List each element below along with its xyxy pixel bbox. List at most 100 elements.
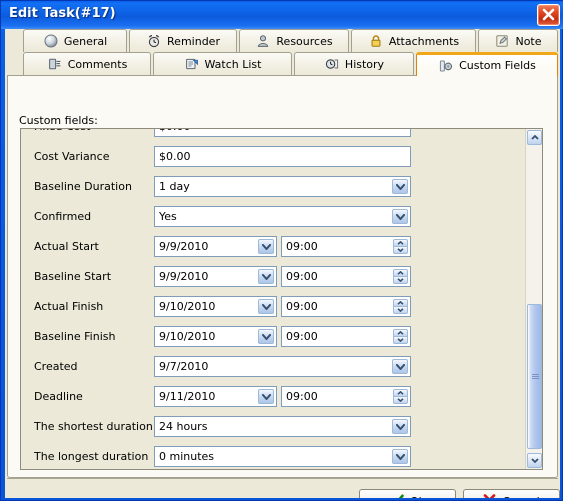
chevron-down-icon[interactable] [393,396,408,404]
chevron-down-icon[interactable] [392,449,408,464]
vertical-scrollbar[interactable] [525,129,542,469]
tab-watch-list[interactable]: Watch List [153,52,292,75]
client-area: General Reminder Resources Attachments N… [5,29,560,498]
field-combo-shortest-duration[interactable]: 24 hours [154,416,411,437]
field-time-value-actual-finish: 09:00 [286,300,318,313]
chevron-down-icon[interactable] [258,269,274,284]
tab-row-2: Comments Watch List History Custom Field… [5,52,560,76]
custom-fields-list: Fixed Cost $0.00 Cost Variance $0.00 Bas… [21,129,525,469]
scroll-down-button[interactable] [527,453,542,468]
tab-note[interactable]: Note [478,29,558,52]
field-combo-baseline-duration[interactable]: 1 day [154,176,411,197]
spinner-actual-finish[interactable] [393,299,408,314]
field-label-baseline-finish: Baseline Finish [34,330,116,343]
spinner-baseline-start[interactable] [393,269,408,284]
field-value-confirmed: Yes [159,210,177,223]
button-bar: Ok Cancel [5,484,560,498]
field-value-shortest-duration: 24 hours [159,420,208,433]
title-bar[interactable]: Edit Task(#17) [1,1,563,29]
tab-comments[interactable]: Comments [23,52,151,75]
pin-icon [494,33,510,49]
customfields-icon [438,58,454,74]
section-label: Custom fields: [19,114,98,127]
watchlist-icon [184,56,200,72]
close-icon [542,8,555,21]
tab-attachments[interactable]: Attachments [351,29,476,52]
chevron-down-icon[interactable] [393,276,408,284]
spinner-baseline-finish[interactable] [393,329,408,344]
chevron-down-icon[interactable] [392,359,408,374]
chevron-down-icon[interactable] [393,336,408,344]
tab-reminder[interactable]: Reminder [129,29,237,52]
field-label-shortest-duration: The shortest duration [34,420,153,433]
field-combo-longest-duration[interactable]: 0 minutes [154,446,411,467]
grip-icon [532,374,539,380]
tab-resources[interactable]: Resources [239,29,349,52]
scrollbar-thumb[interactable] [527,304,542,449]
alarm-clock-icon [146,33,162,49]
close-button[interactable] [537,4,560,26]
field-time-baseline-finish[interactable]: 09:00 [281,326,411,347]
edit-task-window: Edit Task(#17) General Reminder Resource… [0,0,563,501]
tab-custom-fields-label: Custom Fields [459,59,536,72]
scroll-up-button[interactable] [527,130,542,145]
field-combo-created[interactable]: 9/7/2010 [154,356,411,377]
field-combo-confirmed[interactable]: Yes [154,206,411,227]
comment-icon [47,56,63,72]
lock-icon [368,33,384,49]
field-row-fixed-cost: Fixed Cost $0.00 [21,129,525,143]
chevron-down-icon[interactable] [393,246,408,254]
field-row-baseline-start: Baseline Start 9/9/2010 09:00 [21,263,525,293]
field-date-baseline-finish[interactable]: 9/10/2010 [154,326,277,347]
divider [7,478,558,479]
chevron-down-icon[interactable] [258,389,274,404]
field-row-created: Created 9/7/2010 [21,353,525,383]
field-value-created: 9/7/2010 [159,360,209,373]
ok-button[interactable]: Ok [359,489,456,498]
field-input-cost-variance[interactable]: $0.00 [154,146,411,167]
sphere-icon [43,33,59,49]
tab-general-label: General [63,34,108,48]
field-value-baseline-start: 9/9/2010 [159,270,209,283]
spinner-actual-start[interactable] [393,239,408,254]
field-label-confirmed: Confirmed [34,210,92,223]
field-row-baseline-finish: Baseline Finish 9/10/2010 09:00 [21,323,525,353]
field-time-actual-start[interactable]: 09:00 [281,236,411,257]
field-label-longest-duration: The longest duration [34,450,149,463]
chevron-down-icon[interactable] [258,299,274,314]
field-value-fixed-cost: $0.00 [159,129,191,133]
chevron-down-icon[interactable] [258,239,274,254]
window-title: Edit Task(#17) [9,6,116,21]
checkmark-icon [390,494,404,498]
tab-general[interactable]: General [23,29,127,52]
field-time-deadline[interactable]: 09:00 [281,386,411,407]
field-date-deadline[interactable]: 9/11/2010 [154,386,277,407]
chevron-down-icon[interactable] [258,329,274,344]
field-label-actual-finish: Actual Finish [34,300,104,313]
cross-icon [483,493,496,498]
chevron-down-icon[interactable] [392,419,408,434]
field-date-actual-finish[interactable]: 9/10/2010 [154,296,277,317]
field-row-longest-duration: The longest duration 0 minutes [21,443,525,469]
field-input-fixed-cost[interactable]: $0.00 [154,129,411,137]
field-row-actual-finish: Actual Finish 9/10/2010 09:00 [21,293,525,323]
field-value-longest-duration: 0 minutes [159,450,215,463]
tab-history[interactable]: History [294,52,414,75]
field-row-actual-start: Actual Start 9/9/2010 09:00 [21,233,525,263]
field-row-confirmed: Confirmed Yes [21,203,525,233]
field-date-baseline-start[interactable]: 9/9/2010 [154,266,277,287]
field-label-baseline-start: Baseline Start [34,270,112,283]
tab-custom-fields[interactable]: Custom Fields [416,52,558,76]
chevron-down-icon[interactable] [393,306,408,314]
spinner-deadline[interactable] [393,389,408,404]
field-time-baseline-start[interactable]: 09:00 [281,266,411,287]
chevron-down-icon[interactable] [392,179,408,194]
cancel-button[interactable]: Cancel [463,489,560,498]
field-time-value-baseline-start: 09:00 [286,270,318,283]
tab-resources-label: Resources [276,34,333,48]
field-time-actual-finish[interactable]: 09:00 [281,296,411,317]
field-date-actual-start[interactable]: 9/9/2010 [154,236,277,257]
chevron-down-icon[interactable] [392,209,408,224]
tab-reminder-label: Reminder [167,34,220,48]
field-label-fixed-cost: Fixed Cost [34,129,90,133]
